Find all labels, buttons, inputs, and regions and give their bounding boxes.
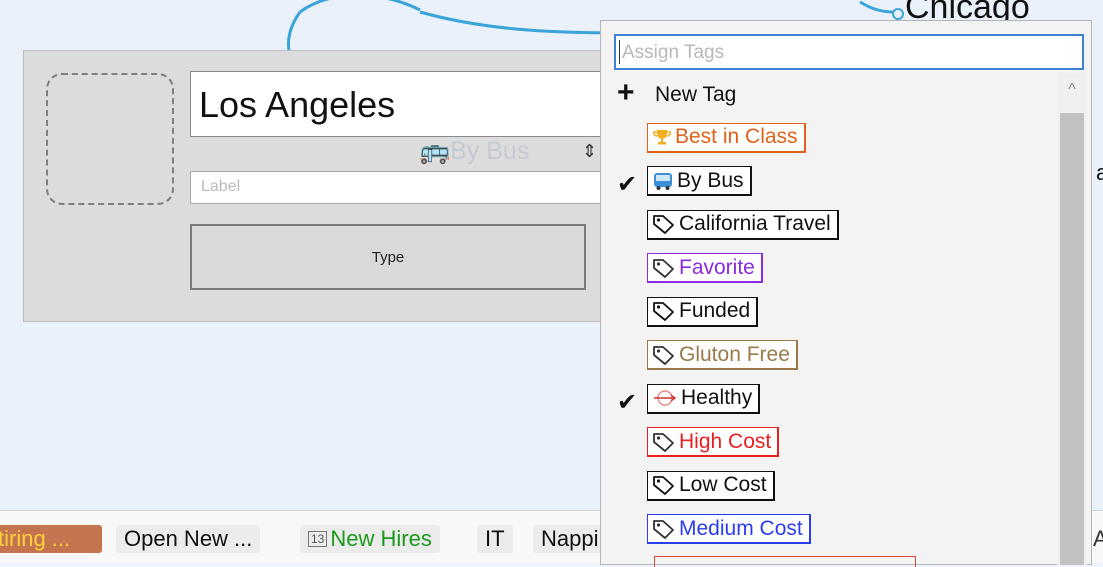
tag-chip[interactable]: Open New ...: [116, 525, 261, 553]
tag-list[interactable]: + New Tag Best in Class ✔ By Bus California…: [601, 73, 1056, 552]
text-caret: [619, 40, 620, 64]
scrollbar-thumb[interactable]: [1060, 113, 1084, 565]
checkmark-icon: ✔: [617, 171, 638, 198]
node-name-input[interactable]: Los Angeles: [190, 71, 650, 137]
tag-pill[interactable]: Gluton Free: [647, 340, 798, 370]
tag-label: Healthy: [681, 386, 753, 409]
scrollbar[interactable]: ^: [1057, 73, 1087, 565]
new-tag-item[interactable]: + New Tag: [601, 73, 1056, 117]
tag-item[interactable]: Favorite: [601, 247, 1056, 291]
tag-item[interactable]: California Travel: [601, 204, 1056, 248]
tag-pill[interactable]: Funded: [647, 296, 759, 327]
tag-item[interactable]: Gluton Free: [601, 334, 1056, 378]
bus-icon: [652, 170, 677, 192]
tag-item[interactable]: Best in Class: [601, 117, 1056, 161]
tag-icon: [652, 257, 679, 279]
tag-pill[interactable]: By Bus: [647, 166, 752, 196]
tag-icon: [652, 344, 679, 366]
node-editor-panel: Los Angeles 🚌By Bus ⇕ Label Type: [23, 50, 650, 322]
ghost-tag-preview: 🚌By Bus: [419, 137, 529, 166]
type-button[interactable]: Type: [190, 224, 586, 290]
tag-icon: [652, 431, 679, 453]
checkmark-icon: ✔: [617, 388, 638, 416]
tag-icon: [652, 300, 679, 322]
tag-label: California Travel: [679, 212, 831, 235]
side-text: a: [1096, 160, 1103, 185]
tag-label: By Bus: [677, 168, 744, 192]
assign-tags-input[interactable]: Assign Tags: [614, 34, 1084, 70]
tag-pill[interactable]: Healthy: [647, 383, 761, 414]
tag-item[interactable]: High Cost: [601, 421, 1056, 465]
chevron-up-icon[interactable]: ^: [1057, 81, 1087, 101]
trophy-icon: [652, 127, 675, 147]
assign-tags-dropdown[interactable]: Assign Tags + New Tag Best in Class ✔ By B…: [600, 20, 1092, 565]
tag-icon: [652, 518, 679, 540]
tag-pill[interactable]: California Travel: [647, 209, 839, 240]
tag-item[interactable]: Low Cost: [601, 465, 1056, 509]
tag-item[interactable]: Medium Cost: [601, 508, 1056, 552]
tag-chip-label: New Hires: [330, 526, 432, 551]
tag-icon: [652, 474, 679, 496]
new-tag-label: New Tag: [655, 83, 737, 106]
tag-label: Best in Class: [675, 125, 798, 148]
calendar-icon: 13: [308, 531, 328, 547]
tag-item[interactable]: Funded: [601, 291, 1056, 335]
tag-pill[interactable]: Low Cost: [647, 470, 775, 501]
tag-label: Favorite: [679, 255, 755, 279]
ghost-tag-label: By Bus: [450, 137, 530, 165]
tag-chip[interactable]: 13 New Hires: [300, 525, 440, 553]
bus-icon: 🚌: [419, 137, 451, 165]
tag-icon: [652, 213, 679, 235]
plus-icon: +: [617, 76, 635, 109]
tag-pill[interactable]: Favorite: [647, 253, 763, 283]
sort-arrows-icon: ⇕: [582, 141, 598, 161]
arrow-target-icon: [652, 387, 681, 409]
tag-item[interactable]: ✔ Healthy: [601, 378, 1056, 422]
tag-pill[interactable]: High Cost: [647, 427, 780, 457]
tag-pill[interactable]: Best in Class: [647, 122, 806, 153]
tag-chip[interactable]: IT: [477, 525, 513, 553]
tag-label: Funded: [679, 299, 751, 322]
tag-chip[interactable]: tiring ...: [0, 525, 102, 553]
type-button-label: Type: [371, 248, 405, 266]
image-placeholder[interactable]: [46, 73, 174, 205]
tag-item[interactable]: ✔ By Bus: [601, 160, 1056, 204]
tag-label: High Cost: [679, 429, 772, 453]
tag-pill[interactable]: Medium Cost: [647, 514, 811, 544]
tag-label: Medium Cost: [679, 516, 803, 540]
tag-label: Low Cost: [679, 473, 767, 496]
tag-label: Gluton Free: [679, 342, 790, 366]
label-input[interactable]: Label: [190, 171, 650, 204]
